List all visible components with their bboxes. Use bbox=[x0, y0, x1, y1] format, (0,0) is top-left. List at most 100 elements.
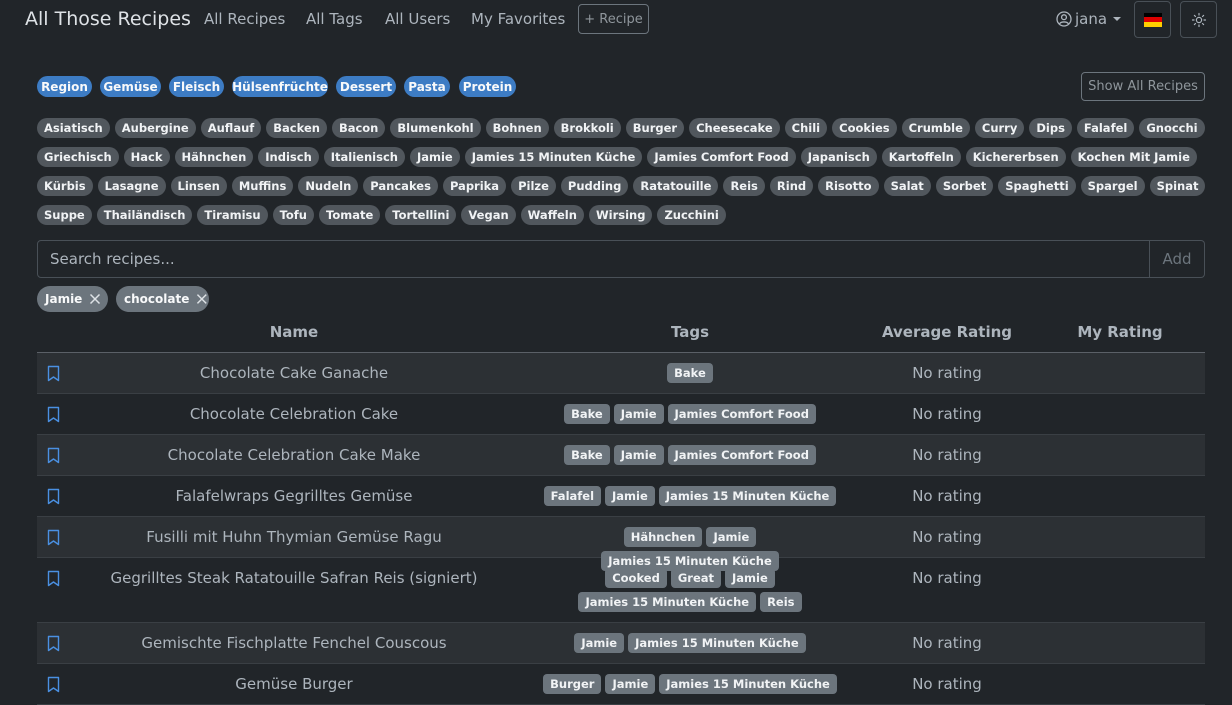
bookmark-icon[interactable] bbox=[47, 676, 60, 693]
tag-badge[interactable]: Reis bbox=[723, 176, 765, 196]
tag-badge[interactable]: Brokkoli bbox=[553, 118, 621, 138]
tag-badge[interactable]: Japanisch bbox=[800, 147, 877, 167]
recipe-tag-badge[interactable]: Jamie bbox=[725, 568, 775, 588]
tag-badge[interactable]: Tiramisu bbox=[197, 205, 268, 225]
category-protein[interactable]: Protein bbox=[459, 76, 516, 97]
tag-badge[interactable]: Kartoffeln bbox=[881, 147, 961, 167]
bookmark-icon[interactable] bbox=[47, 635, 60, 652]
recipe-tag-badge[interactable]: Jamies 15 Minuten Küche bbox=[659, 674, 837, 694]
tag-badge[interactable]: Spaghetti bbox=[998, 176, 1076, 196]
category-region[interactable]: Region bbox=[37, 76, 92, 97]
tag-badge[interactable]: Cheesecake bbox=[689, 118, 780, 138]
tag-badge[interactable]: Indisch bbox=[258, 147, 319, 167]
tag-badge[interactable]: Hähnchen bbox=[174, 147, 254, 167]
column-header-my-rating[interactable]: My Rating bbox=[1050, 323, 1190, 341]
bookmark-icon[interactable] bbox=[47, 365, 60, 382]
recipe-tag-badge[interactable]: Jamie bbox=[574, 633, 625, 653]
recipe-tag-badge[interactable]: Jamie bbox=[605, 674, 656, 694]
column-header-tags[interactable]: Tags bbox=[542, 323, 838, 341]
recipe-tag-badge[interactable]: Bake bbox=[564, 445, 610, 465]
bookmark-icon[interactable] bbox=[47, 447, 60, 464]
bookmark-icon[interactable] bbox=[47, 488, 60, 505]
tag-badge[interactable]: Chili bbox=[784, 118, 828, 138]
recipe-tag-badge[interactable]: Jamie bbox=[706, 527, 757, 547]
bookmark-icon[interactable] bbox=[47, 570, 60, 587]
tag-badge[interactable]: Spargel bbox=[1080, 176, 1145, 196]
tag-badge[interactable]: Waffeln bbox=[520, 205, 584, 225]
tag-badge[interactable]: Rind bbox=[769, 176, 814, 196]
tag-badge[interactable]: Pilze bbox=[511, 176, 556, 196]
tag-badge[interactable]: Jamies 15 Minuten Küche bbox=[464, 147, 643, 167]
recipe-name-link[interactable]: Chocolate Celebration Cake Make bbox=[74, 446, 514, 464]
tag-badge[interactable]: Tortellini bbox=[385, 205, 457, 225]
column-header-name[interactable]: Name bbox=[74, 323, 514, 341]
tag-badge[interactable]: Zucchini bbox=[657, 205, 726, 225]
tag-badge[interactable]: Wirsing bbox=[588, 205, 653, 225]
recipe-tag-badge[interactable]: Jamies 15 Minuten Küche bbox=[628, 633, 806, 653]
tag-badge[interactable]: Cookies bbox=[832, 118, 897, 138]
tag-badge[interactable]: Jamies Comfort Food bbox=[647, 147, 796, 167]
tag-badge[interactable]: Jamie bbox=[409, 147, 460, 167]
tag-badge[interactable]: Ratatouille bbox=[633, 176, 719, 196]
tag-badge[interactable]: Burger bbox=[625, 118, 685, 138]
recipe-name-link[interactable]: Chocolate Cake Ganache bbox=[74, 364, 514, 382]
category-pasta[interactable]: Pasta bbox=[404, 76, 450, 97]
tag-badge[interactable]: Griechisch bbox=[37, 147, 119, 167]
tag-badge[interactable]: Curry bbox=[974, 118, 1025, 138]
tag-badge[interactable]: Lasagne bbox=[97, 176, 166, 196]
category-fleisch[interactable]: Fleisch bbox=[169, 76, 224, 97]
show-all-recipes-button[interactable]: Show All Recipes bbox=[1081, 72, 1205, 101]
recipe-name-link[interactable]: Gemüse Burger bbox=[74, 675, 514, 693]
tag-badge[interactable]: Gnocchi bbox=[1139, 118, 1205, 138]
recipe-tag-badge[interactable]: Bake bbox=[667, 363, 713, 383]
brand-title[interactable]: All Those Recipes bbox=[25, 8, 191, 30]
tag-badge[interactable]: Italienisch bbox=[323, 147, 405, 167]
theme-toggle-button[interactable] bbox=[1180, 1, 1217, 38]
tag-badge[interactable]: Muffins bbox=[231, 176, 294, 196]
tag-badge[interactable]: Kichererbsen bbox=[965, 147, 1066, 167]
tag-badge[interactable]: Tomate bbox=[319, 205, 381, 225]
recipe-tag-badge[interactable]: Falafel bbox=[543, 486, 602, 506]
recipe-tag-badge[interactable]: Jamie bbox=[605, 486, 655, 506]
recipe-tag-badge[interactable]: Jamies 15 Minuten Küche bbox=[578, 592, 757, 612]
recipe-tag-badge[interactable]: Cooked bbox=[605, 568, 667, 588]
language-button[interactable] bbox=[1134, 1, 1171, 38]
bookmark-icon[interactable] bbox=[47, 529, 60, 546]
tag-badge[interactable]: Tofu bbox=[272, 205, 314, 225]
recipe-tag-badge[interactable]: Burger bbox=[543, 674, 602, 694]
recipe-tag-badge[interactable]: Jamies 15 Minuten Küche bbox=[658, 486, 837, 506]
recipe-tag-badge[interactable]: Hähnchen bbox=[623, 527, 703, 547]
recipe-name-link[interactable]: Gegrilltes Steak Ratatouille Safran Reis… bbox=[74, 569, 514, 587]
tag-badge[interactable]: Kochen Mit Jamie bbox=[1070, 147, 1197, 167]
tag-badge[interactable]: Crumble bbox=[901, 118, 970, 138]
recipe-tag-badge[interactable]: Great bbox=[670, 568, 722, 588]
tag-badge[interactable]: Suppe bbox=[37, 205, 92, 225]
new-recipe-button[interactable]: + Recipe bbox=[578, 4, 649, 34]
recipe-name-link[interactable]: Gemischte Fischplatte Fenchel Couscous bbox=[74, 634, 514, 652]
tag-badge[interactable]: Paprika bbox=[442, 176, 507, 196]
search-input[interactable] bbox=[37, 240, 1150, 278]
tag-badge[interactable]: Bacon bbox=[331, 118, 386, 138]
recipe-name-link[interactable]: Chocolate Celebration Cake bbox=[74, 405, 514, 423]
add-filter-button[interactable]: Add bbox=[1150, 240, 1205, 278]
tag-badge[interactable]: Kürbis bbox=[37, 176, 93, 196]
tag-badge[interactable]: Hack bbox=[123, 147, 170, 167]
nav-my-favorites[interactable]: My Favorites bbox=[471, 10, 565, 28]
bookmark-icon[interactable] bbox=[47, 406, 60, 423]
filter-chip-jamie[interactable]: Jamie bbox=[37, 286, 108, 312]
tag-badge[interactable]: Linsen bbox=[170, 176, 227, 196]
user-menu[interactable]: jana bbox=[1056, 10, 1122, 28]
recipe-tag-badge[interactable]: Bake bbox=[564, 404, 610, 424]
tag-badge[interactable]: Dips bbox=[1029, 118, 1072, 138]
nav-all-recipes[interactable]: All Recipes bbox=[204, 10, 285, 28]
tag-badge[interactable]: Spinat bbox=[1149, 176, 1206, 196]
tag-badge[interactable]: Aubergine bbox=[114, 118, 196, 138]
nav-all-tags[interactable]: All Tags bbox=[306, 10, 363, 28]
tag-badge[interactable]: Falafel bbox=[1076, 118, 1135, 138]
recipe-tag-badge[interactable]: Reis bbox=[760, 592, 802, 612]
tag-badge[interactable]: Risotto bbox=[818, 176, 879, 196]
tag-badge[interactable]: Vegan bbox=[461, 205, 516, 225]
tag-badge[interactable]: Backen bbox=[266, 118, 327, 138]
recipe-tag-badge[interactable]: Jamies Comfort Food bbox=[667, 445, 816, 465]
close-icon[interactable] bbox=[195, 292, 209, 306]
